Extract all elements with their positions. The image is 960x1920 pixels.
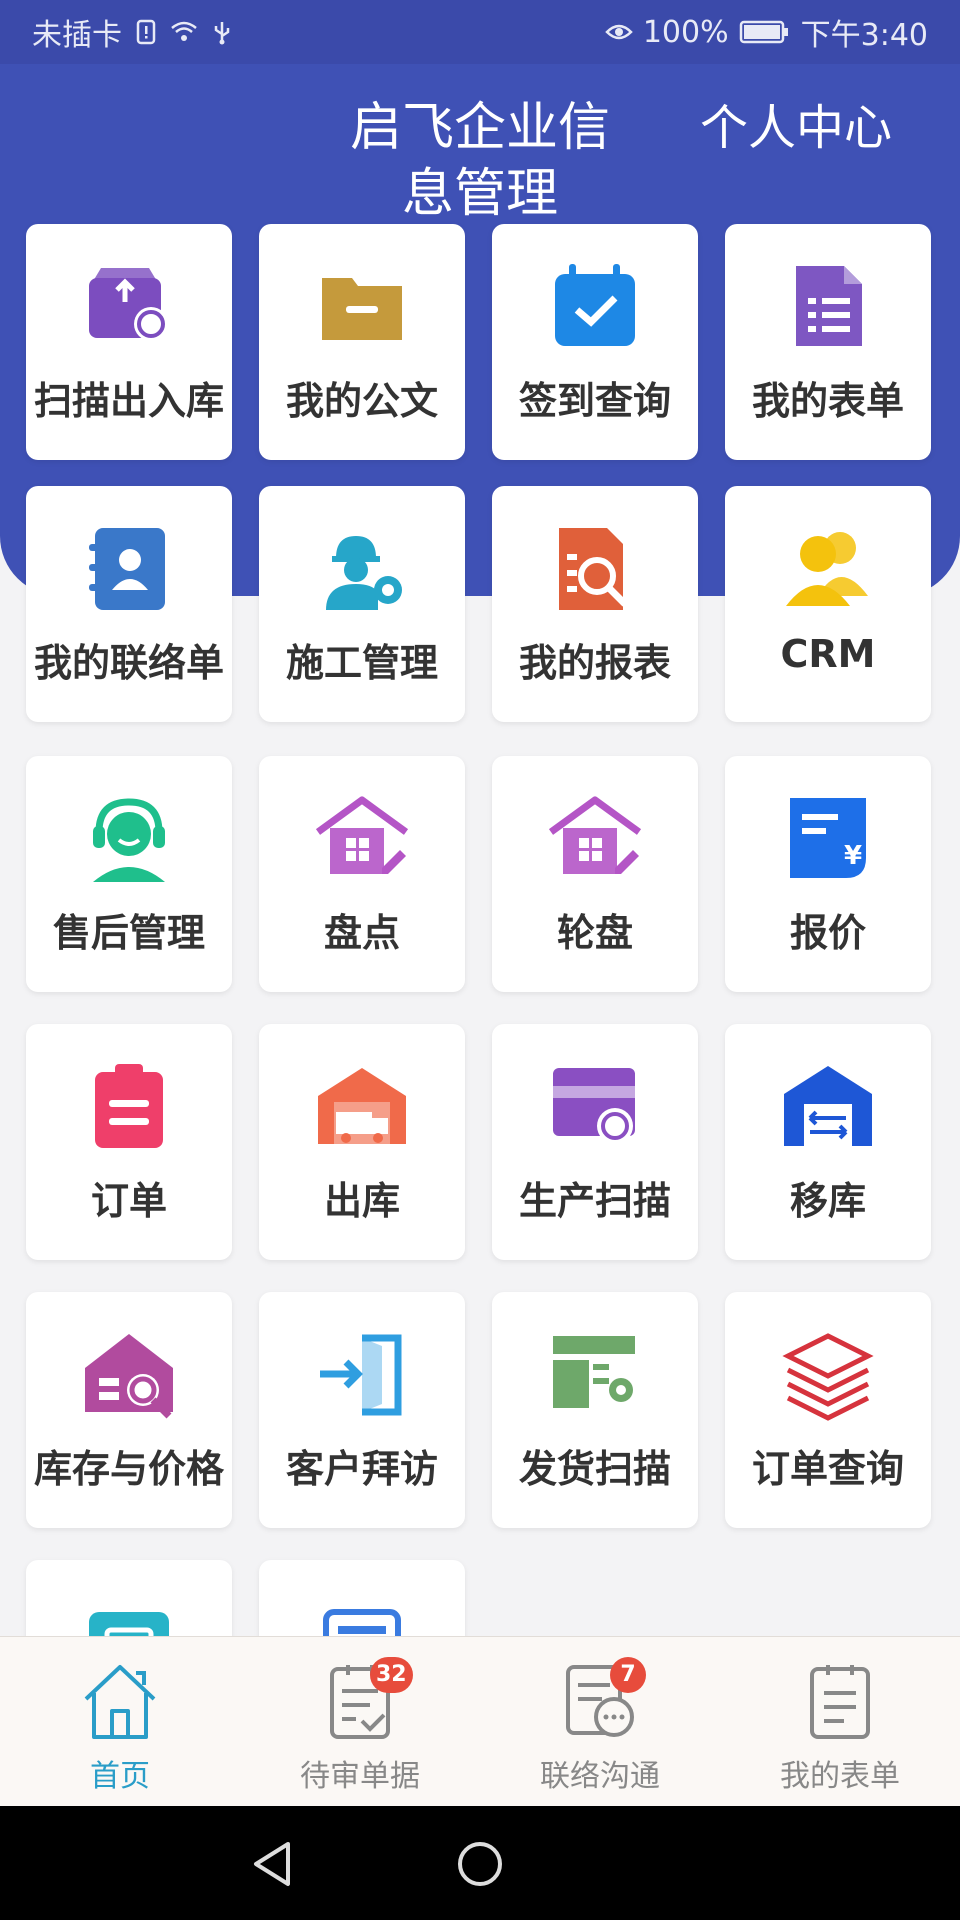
function-tile[interactable]: 订单查询 — [725, 1292, 931, 1528]
house-edit-icon — [548, 796, 642, 874]
function-tile[interactable]: 盘点 — [259, 756, 465, 992]
function-tile-label: 盘点 — [323, 911, 400, 955]
function-tile-label: 库存与价格 — [33, 1447, 224, 1491]
function-tile-label: 施工管理 — [285, 641, 438, 685]
report-search-icon — [559, 528, 628, 610]
svg-text:¥: ¥ — [844, 841, 862, 871]
clock: 下午3:40 — [800, 18, 928, 53]
contact-count-badge: 7 — [610, 1657, 646, 1693]
nav-my-forms[interactable]: 我的表单 — [720, 1637, 960, 1807]
warehouse-move-icon — [784, 1066, 872, 1146]
nav-pending-label: 待审单据 — [300, 1759, 420, 1794]
function-tile[interactable]: 生产扫描 — [492, 1024, 698, 1260]
nav-forms-label: 我的表单 — [780, 1759, 900, 1794]
function-tile-label: CRM — [780, 632, 876, 676]
layers-icon — [782, 1333, 874, 1421]
function-tile[interactable]: 出库 — [259, 1024, 465, 1260]
function-tile-label: 生产扫描 — [518, 1179, 671, 1223]
sim-alert-icon — [136, 19, 156, 45]
contact-book-icon — [89, 528, 165, 610]
home-circle-icon[interactable] — [456, 1840, 504, 1888]
function-tile-label: 订单查询 — [751, 1447, 904, 1491]
function-tile[interactable]: 我的公文 — [259, 224, 465, 460]
function-tile-label: 我的公文 — [285, 379, 438, 423]
function-tile[interactable]: 我的报表 — [492, 486, 698, 722]
function-tile-label: 报价 — [789, 911, 866, 955]
function-tile-label: 售后管理 — [52, 911, 205, 955]
box-scan-icon — [89, 268, 168, 341]
battery-icon — [739, 20, 788, 44]
eye-icon — [605, 24, 633, 40]
wifi-icon — [171, 21, 197, 41]
function-tile-label: 扫描出入库 — [33, 379, 224, 423]
function-tile[interactable]: 施工管理 — [259, 486, 465, 722]
function-tile-label: 订单 — [90, 1179, 167, 1223]
function-tile[interactable]: 轮盘 — [492, 756, 698, 992]
quote-yen-icon: ¥ — [790, 798, 866, 878]
function-tile[interactable]: 发货扫描 — [492, 1292, 698, 1528]
back-icon[interactable] — [250, 1840, 294, 1888]
function-tile-label: 我的报表 — [518, 641, 671, 685]
function-tile[interactable]: 客户拜访 — [259, 1292, 465, 1528]
form-icon — [810, 1665, 870, 1739]
system-nav-bar — [0, 1806, 960, 1920]
nav-home[interactable]: 首页 — [0, 1637, 240, 1807]
function-tile[interactable]: 库存与价格 — [26, 1292, 232, 1528]
nav-contact-label: 联络沟通 — [540, 1759, 660, 1794]
function-tile[interactable]: 我的表单 — [725, 224, 931, 460]
door-enter-icon — [320, 1334, 402, 1416]
function-tile[interactable]: 订单 — [26, 1024, 232, 1260]
function-tile[interactable]: 售后管理 — [26, 756, 232, 992]
card-scan-icon — [553, 1068, 635, 1144]
app-title: 启飞企业信息管理 — [349, 98, 610, 224]
function-tile[interactable]: 我的联络单 — [26, 486, 232, 722]
sheet-gear-icon — [553, 1336, 635, 1408]
nav-pending-docs[interactable]: 32 待审单据 — [240, 1637, 480, 1807]
function-tile[interactable]: 移库 — [725, 1024, 931, 1260]
carrier-text: 未插卡 — [32, 18, 122, 53]
bottom-nav: 首页 32 待审单据 7 联络沟通 我的表单 — [0, 1636, 960, 1807]
people-icon — [786, 532, 868, 606]
pending-count-badge: 32 — [370, 1657, 413, 1693]
personal-center-link[interactable]: 个人中心 — [700, 95, 892, 161]
function-tile[interactable]: ¥ 报价 — [725, 756, 931, 992]
usb-icon — [214, 22, 230, 45]
nav-home-label: 首页 — [90, 1759, 150, 1794]
battery-percent: 100% — [642, 14, 729, 50]
function-tile-label: 出库 — [323, 1179, 400, 1223]
folder-icon — [322, 278, 402, 340]
function-tile[interactable]: CRM — [725, 486, 931, 722]
function-tile-label: 我的联络单 — [33, 641, 224, 685]
home-icon — [84, 1665, 156, 1739]
function-tile-label: 客户拜访 — [285, 1447, 438, 1491]
form-list-icon — [796, 266, 862, 346]
house-search-icon — [85, 1334, 173, 1419]
house-edit-icon — [315, 796, 409, 874]
function-tile-label: 发货扫描 — [518, 1447, 671, 1491]
headset-agent-icon — [93, 798, 165, 882]
function-tile-label: 签到查询 — [518, 379, 671, 423]
status-bar: 未插卡 100% 下午3:40 — [0, 0, 960, 64]
worker-gear-icon — [326, 536, 402, 610]
function-tile[interactable]: 签到查询 — [492, 224, 698, 460]
function-tile-label: 移库 — [789, 1179, 866, 1223]
function-tile-label: 我的表单 — [751, 379, 904, 423]
nav-contact[interactable]: 7 联络沟通 — [480, 1637, 720, 1807]
function-tile-label: 轮盘 — [556, 911, 633, 955]
clipboard-icon — [95, 1064, 163, 1148]
warehouse-truck-icon — [318, 1068, 406, 1144]
function-tile[interactable]: 扫描出入库 — [26, 224, 232, 460]
calendar-check-icon — [555, 264, 635, 346]
